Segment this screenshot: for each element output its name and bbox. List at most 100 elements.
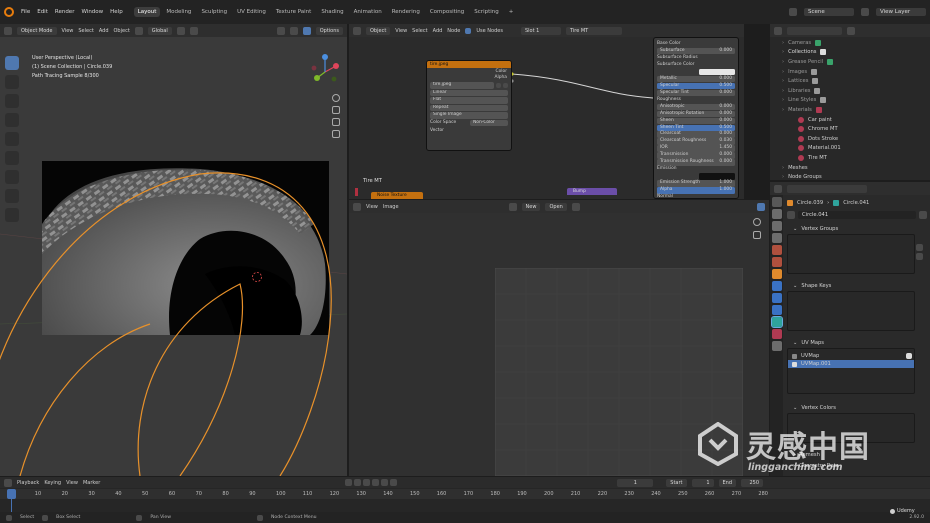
- uv-map-item-selected[interactable]: UVMap.001: [788, 360, 914, 368]
- menu-window[interactable]: Window: [81, 9, 103, 15]
- tab-uv-editing[interactable]: UV Editing: [233, 7, 270, 17]
- image-browse-icon[interactable]: [496, 82, 501, 88]
- bsdf-input-row[interactable]: Anisotropic Rotation 0.000: [657, 110, 735, 117]
- outliner-item[interactable]: › Lattices: [782, 76, 930, 86]
- source-field[interactable]: Single Image: [430, 112, 508, 119]
- new-image-button[interactable]: New: [521, 202, 541, 211]
- tool-tab-icon[interactable]: [771, 197, 782, 207]
- bsdf-input-row[interactable]: IOR 1.450: [657, 145, 735, 152]
- outliner-item[interactable]: › Grease Pencil: [782, 57, 930, 67]
- bsdf-input-row[interactable]: Clearcoat 0.000: [657, 131, 735, 138]
- outliner-item[interactable]: › Cameras: [782, 38, 930, 48]
- bsdf-input-row[interactable]: Subsurface 0.000: [657, 47, 735, 54]
- outliner-item[interactable]: › Collections: [782, 48, 930, 58]
- bsdf-input-row[interactable]: Anisotropic 0.000: [657, 103, 735, 110]
- bsdf-input-row[interactable]: Emission Strength 1.000: [657, 180, 735, 187]
- image-node-title[interactable]: tire.jpeg: [427, 61, 511, 68]
- play-reverse-icon[interactable]: [363, 479, 371, 486]
- add-vertex-group-icon[interactable]: [916, 244, 923, 251]
- bsdf-input-row[interactable]: Specular 0.500: [657, 82, 735, 89]
- image-texture-node[interactable]: tire.jpeg Color Alpha tire.jpeg Linear F…: [426, 60, 512, 151]
- properties-search[interactable]: [787, 184, 867, 193]
- playhead[interactable]: [7, 489, 16, 499]
- chevron-right-icon[interactable]: ›: [782, 174, 784, 180]
- bsdf-input-row[interactable]: [699, 173, 735, 180]
- jump-keyframe-back-icon[interactable]: [354, 479, 362, 486]
- shape-keys-panel-header[interactable]: ⌄ Shape Keys: [787, 280, 927, 291]
- vertex-groups-list[interactable]: [787, 234, 915, 274]
- tab-texture-paint[interactable]: Texture Paint: [272, 7, 316, 17]
- fake-user-icon[interactable]: [919, 211, 927, 219]
- outliner-item[interactable]: › Materials: [782, 105, 930, 115]
- modifier-tab-icon[interactable]: [771, 281, 782, 291]
- timeline-menu-view[interactable]: View: [66, 480, 78, 486]
- bsdf-input-row[interactable]: Alpha 1.000: [657, 187, 735, 194]
- remesh-panel-header[interactable]: › Remesh: [787, 449, 927, 460]
- uv-maps-panel-header[interactable]: ⌄ UV Maps: [787, 337, 927, 348]
- chevron-right-icon[interactable]: ›: [782, 49, 784, 55]
- image-browse-menu-icon[interactable]: [508, 202, 517, 211]
- chevron-right-icon[interactable]: ›: [782, 78, 784, 84]
- outliner-item[interactable]: › Node Groups: [782, 172, 930, 180]
- world-tab-icon[interactable]: [771, 257, 782, 267]
- outliner-display-mode[interactable]: [787, 26, 842, 35]
- mesh-datablock-icon[interactable]: [787, 211, 795, 219]
- bsdf-input-row[interactable]: Transmission Roughness 0.000: [657, 159, 735, 166]
- vertex-colors-panel-header[interactable]: ⌄ Vertex Colors: [787, 402, 927, 413]
- data-tab-icon[interactable]: [770, 316, 783, 328]
- bsdf-input-row[interactable]: Metallic 0.000: [657, 75, 735, 82]
- outliner[interactable]: › Cameras › Collections › Grease Pencil › Image…: [770, 24, 930, 180]
- play-icon[interactable]: [372, 479, 380, 486]
- material-tab-icon[interactable]: [771, 329, 782, 339]
- menu-edit[interactable]: Edit: [37, 9, 48, 15]
- outliner-item[interactable]: › Images: [782, 67, 930, 77]
- extension-field[interactable]: Repeat: [430, 104, 508, 111]
- outliner-item[interactable]: › Meshes: [782, 163, 930, 173]
- tab-animation[interactable]: Animation: [350, 7, 386, 17]
- timeline[interactable]: Playback Keying View Marker 1 Start 1 En…: [0, 477, 930, 512]
- view-layer-tab-icon[interactable]: [771, 233, 782, 243]
- image-pan-icon[interactable]: [753, 231, 761, 239]
- timeline-ruler[interactable]: 1102030405060708090100110120130140150160…: [0, 489, 930, 499]
- chevron-right-icon[interactable]: ›: [782, 40, 784, 46]
- display-channel-icon[interactable]: [757, 202, 765, 211]
- jump-start-icon[interactable]: [345, 479, 353, 486]
- chevron-right-icon[interactable]: ›: [782, 107, 784, 113]
- outliner-filter-icon[interactable]: [847, 26, 855, 35]
- bsdf-input-row[interactable]: Specular Tint 0.000: [657, 89, 735, 96]
- noise-texture-node[interactable]: Noise Texture: [371, 192, 423, 199]
- outliner-material-item[interactable]: Car paint: [782, 115, 930, 125]
- chevron-right-icon[interactable]: ›: [782, 97, 784, 103]
- image-name-field[interactable]: tire.jpeg: [430, 82, 494, 89]
- remove-vertex-group-icon[interactable]: [916, 253, 923, 260]
- tab-scripting[interactable]: Scripting: [470, 7, 502, 17]
- uv-maps-list[interactable]: UVMap UVMap.001: [787, 348, 915, 394]
- physics-tab-icon[interactable]: [771, 305, 782, 315]
- outliner-material-item[interactable]: Chrome MT: [782, 124, 930, 134]
- color-space-field[interactable]: Non-Color: [470, 119, 508, 126]
- current-frame-field[interactable]: 1: [617, 478, 654, 487]
- image-menu-image[interactable]: Image: [383, 204, 399, 210]
- image-menu-view[interactable]: View: [366, 204, 378, 210]
- chevron-right-icon[interactable]: ›: [782, 88, 784, 94]
- principled-bsdf-node[interactable]: Base Color Subsurface 0.000 Subsurface Radi…: [653, 37, 739, 199]
- bump-node[interactable]: Bump: [567, 188, 617, 195]
- blender-logo-icon[interactable]: [4, 7, 14, 17]
- image-zoom-icon[interactable]: [753, 218, 761, 226]
- vertex-colors-list[interactable]: [787, 413, 915, 443]
- timeline-menu-keying[interactable]: Keying: [44, 480, 61, 486]
- uv-active-render-icon[interactable]: [906, 353, 912, 359]
- outliner-type-icon[interactable]: [774, 26, 782, 35]
- timeline-menu-playback[interactable]: Playback: [17, 480, 39, 486]
- object-tab-icon[interactable]: [771, 269, 782, 279]
- chevron-right-icon[interactable]: ›: [782, 69, 784, 75]
- bsdf-input-row[interactable]: Sheen Tint 0.500: [657, 124, 735, 131]
- image-close-icon[interactable]: [503, 82, 508, 88]
- bsdf-input-row[interactable]: Clearcoat Roughness 0.030: [657, 138, 735, 145]
- scene-tab-icon[interactable]: [771, 245, 782, 255]
- jump-keyframe-forward-icon[interactable]: [381, 479, 389, 486]
- jump-end-icon[interactable]: [390, 479, 398, 486]
- view-layer-selector[interactable]: View Layer: [876, 8, 926, 16]
- chevron-right-icon[interactable]: ›: [782, 59, 784, 65]
- scene-selector[interactable]: Scene: [804, 8, 854, 16]
